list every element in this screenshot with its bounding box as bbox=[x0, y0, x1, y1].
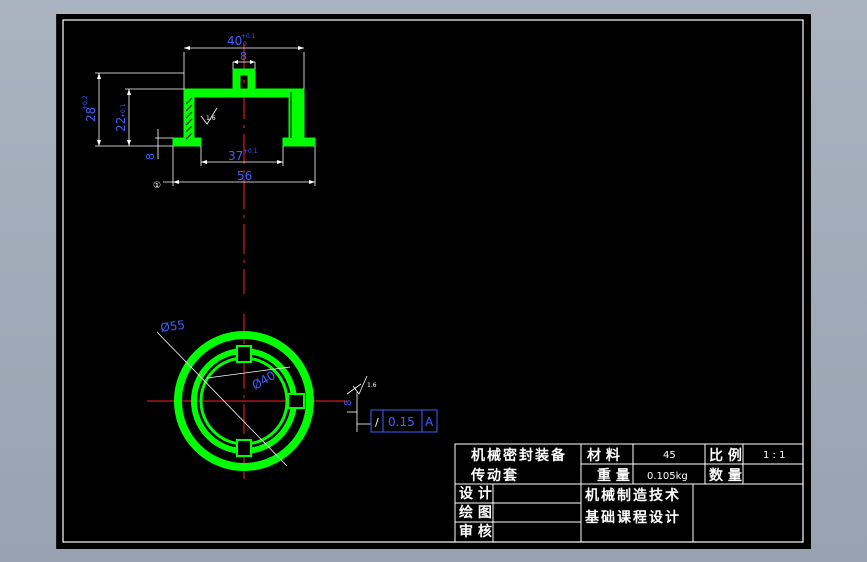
cad-drawing: 40 +0.1 0 8 28 +0.2 22 +0.1 8 37 +0.1 56… bbox=[62, 19, 804, 543]
scale-value: 1 : 1 bbox=[763, 450, 785, 461]
dim-height-inner-tol: +0.1 bbox=[120, 103, 127, 118]
dim-height-inner-value: 22 bbox=[114, 117, 128, 132]
dim-top-tol-lower: 0 bbox=[243, 41, 247, 48]
front-view: 40 +0.1 0 8 28 +0.2 22 +0.1 8 37 +0.1 56… bbox=[82, 33, 316, 294]
tol-value: 0.15 bbox=[388, 415, 415, 429]
dim-top-value: 40 bbox=[227, 34, 242, 48]
roughness-front-value: 1.6 bbox=[206, 115, 216, 122]
roughness-top-value: 1.6 bbox=[367, 382, 377, 389]
school-line2: 基础课程设计 bbox=[585, 509, 681, 526]
scale-label: 比 例 bbox=[709, 447, 742, 464]
front-dim-labels: 40 +0.1 0 8 28 +0.2 22 +0.1 8 37 +0.1 56 bbox=[82, 33, 258, 183]
front-dimensions bbox=[95, 47, 316, 186]
drafter-label: 绘 图 bbox=[459, 504, 492, 521]
dim-top-tol-upper: +0.1 bbox=[241, 33, 256, 40]
tolerance-frame: / 0.15 A bbox=[370, 409, 438, 433]
dia-outer-label: Ø55 bbox=[159, 318, 185, 335]
tol-datum: A bbox=[425, 415, 434, 429]
quantity-label: 数 量 bbox=[709, 467, 742, 484]
dim-slot-value: 8 bbox=[240, 50, 247, 63]
top-view: Ø55 Ø40 8 1.6 / 0.15 A bbox=[147, 314, 438, 484]
part-name-line2: 传动套 bbox=[470, 467, 519, 484]
school-line1: 机械制造技术 bbox=[585, 487, 681, 504]
dim-flange-value: 8 bbox=[144, 153, 157, 160]
dim-inner-bottom-value: 37 bbox=[228, 149, 243, 163]
title-block: 机械密封装备 传动套 材 料 重 量 比 例 数 量 设 计 绘 图 审 核 机… bbox=[454, 443, 804, 543]
part-name-line1: 机械密封装备 bbox=[471, 447, 567, 464]
tol-symbol: / bbox=[375, 416, 379, 429]
weight-value: 0.105kg bbox=[647, 471, 688, 482]
material-label: 材 料 bbox=[587, 447, 620, 464]
weight-label: 重 量 bbox=[597, 467, 630, 484]
dim-inner-bottom-tol: +0.1 bbox=[243, 148, 258, 155]
dim-bottom-value: 56 bbox=[237, 169, 252, 183]
datum-label: ① bbox=[153, 181, 161, 191]
checker-label: 审 核 bbox=[459, 523, 492, 540]
drawing-viewport[interactable]: 40 +0.1 0 8 28 +0.2 22 +0.1 8 37 +0.1 56… bbox=[56, 14, 811, 549]
material-value: 45 bbox=[663, 450, 676, 461]
designer-label: 设 计 bbox=[459, 485, 492, 502]
dim-height-outer-tol: +0.2 bbox=[82, 95, 89, 110]
top-side-dim: 8 bbox=[343, 400, 354, 406]
